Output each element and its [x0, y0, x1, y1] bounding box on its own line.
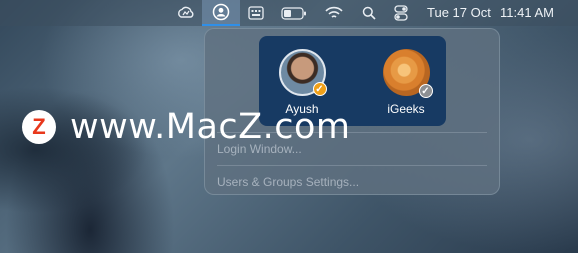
search-icon[interactable] — [360, 3, 378, 23]
checkmark-icon: ✓ — [418, 84, 433, 98]
cloud-icon[interactable] — [176, 3, 196, 23]
watermark: Z www.MacZ.com — [22, 107, 351, 147]
wifi-icon[interactable] — [324, 3, 344, 23]
user-switcher-icon[interactable] — [202, 0, 240, 26]
user-avatar: ✓ — [382, 49, 433, 98]
watermark-text: www.MacZ.com — [70, 107, 351, 147]
menubar-date[interactable]: Tue 17 Oct — [427, 5, 491, 20]
control-center-icon[interactable] — [392, 3, 410, 23]
user-tile-ayush[interactable]: ✓ Ayush — [267, 49, 337, 116]
users-groups-settings-item[interactable]: Users & Groups Settings... — [217, 175, 359, 189]
keyboard-icon[interactable] — [246, 3, 266, 23]
checkmark-icon: ✓ — [312, 82, 327, 96]
menu-bar: Tue 17 Oct 11:41 AM — [0, 0, 578, 26]
menubar-time[interactable]: 11:41 AM — [500, 5, 554, 20]
user-tile-igeeks[interactable]: ✓ iGeeks — [371, 49, 441, 116]
battery-icon[interactable] — [280, 3, 308, 23]
watermark-logo-icon: Z — [22, 110, 56, 144]
user-avatar: ✓ — [278, 49, 327, 96]
menu-divider — [217, 165, 487, 166]
user-name: iGeeks — [387, 102, 425, 116]
